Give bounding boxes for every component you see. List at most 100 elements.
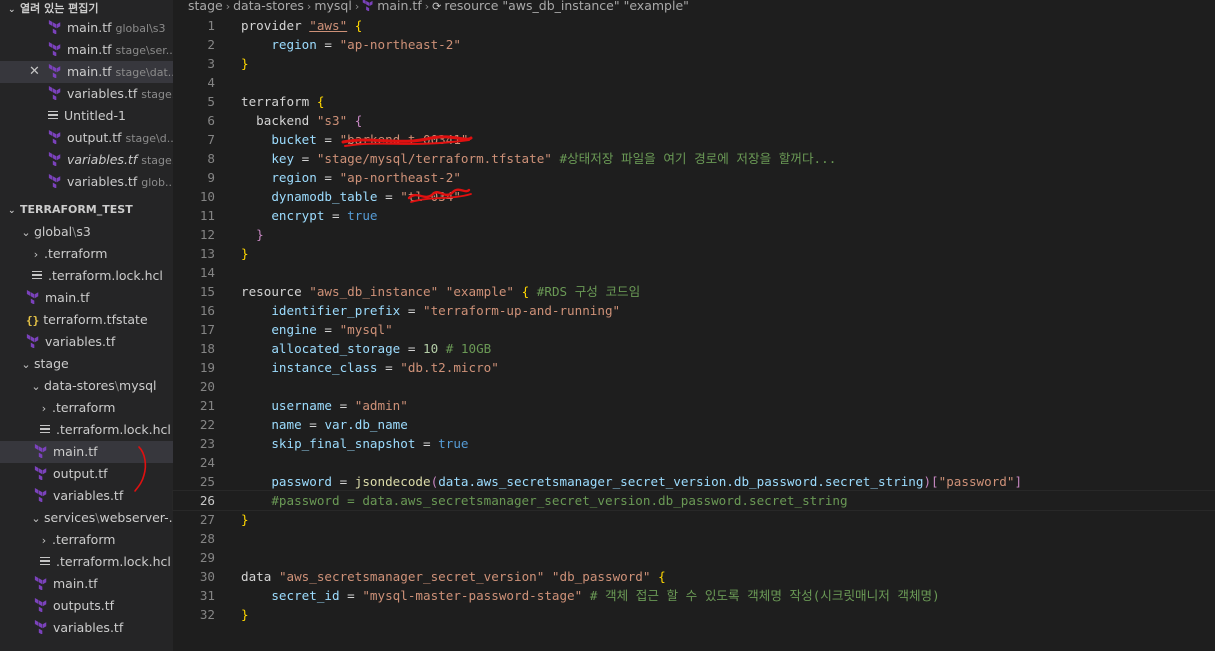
code-line[interactable]: secret_id = "mysql-master-password-stage… bbox=[241, 586, 939, 605]
chevron-right-icon: › bbox=[306, 0, 312, 13]
code-line[interactable]: } bbox=[241, 244, 249, 263]
terraform-icon bbox=[48, 41, 62, 57]
code-line[interactable]: allocated_storage = 10 # 10GB bbox=[241, 339, 491, 358]
code-line[interactable]: username = "admin" bbox=[241, 396, 408, 415]
open-editor-item[interactable]: output.tf stage\d... bbox=[0, 127, 173, 149]
code-editor[interactable]: stage › data-stores › mysql › main.tf › ⟳ resourc… bbox=[172, 0, 1215, 651]
tree-folder-stage[interactable]: ⌄ stage bbox=[0, 353, 173, 375]
tree-file-main[interactable]: main.tf bbox=[0, 573, 173, 595]
tree-folder-services[interactable]: ⌄ services\webserver-... bbox=[0, 507, 173, 529]
tree-file-variables[interactable]: variables.tf bbox=[0, 331, 173, 353]
close-icon[interactable]: ✕ bbox=[29, 61, 40, 83]
code-line[interactable]: data "aws_secretsmanager_secret_version"… bbox=[241, 567, 666, 586]
line-number: 11 bbox=[199, 208, 215, 223]
tree-folder-global[interactable]: ⌄ global\s3 bbox=[0, 221, 173, 243]
chevron-right-icon: › bbox=[354, 0, 360, 13]
line-number: 4 bbox=[207, 75, 215, 90]
terraform-icon bbox=[48, 19, 62, 35]
tree-file-main[interactable]: main.tf bbox=[0, 287, 173, 309]
open-editor-filename: variables.tf bbox=[67, 174, 138, 189]
open-editor-item[interactable]: main.tf stage\ser... bbox=[0, 39, 173, 61]
breadcrumb-item[interactable]: data-stores bbox=[233, 0, 304, 13]
code-line[interactable]: #password = data.aws_secretsmanager_secr… bbox=[241, 491, 847, 510]
tree-folder-terraform[interactable]: › .terraform bbox=[0, 397, 173, 419]
chevron-down-icon: ⌄ bbox=[31, 512, 41, 525]
code-line[interactable]: } bbox=[241, 225, 264, 244]
code-line[interactable]: terraform { bbox=[241, 92, 324, 111]
open-editor-item[interactable]: variables.tfstage... bbox=[0, 83, 173, 105]
open-editor-filename: Untitled-1 bbox=[64, 108, 126, 123]
open-editor-path: stage\d... bbox=[125, 132, 173, 145]
red-redaction-scribble bbox=[341, 135, 473, 203]
tree-file-tfstate[interactable]: {} terraform.tfstate bbox=[0, 309, 173, 331]
code-line[interactable]: resource "aws_db_instance" "example" { #… bbox=[241, 282, 640, 301]
line-number: 26 bbox=[199, 493, 215, 508]
code-line[interactable]: engine = "mysql" bbox=[241, 320, 392, 339]
line-number: 8 bbox=[207, 151, 215, 166]
open-editor-item[interactable]: variables.tf glob... bbox=[0, 171, 173, 193]
tree-file-lock[interactable]: .terraform.lock.hcl bbox=[0, 551, 173, 573]
code-lines[interactable]: 1 provider "aws" { 2 region = "ap-northea… bbox=[172, 16, 1215, 624]
chevron-down-icon: ⌄ bbox=[21, 358, 31, 371]
terraform-icon bbox=[48, 63, 62, 79]
tree-folder-data-stores[interactable]: ⌄ data-stores\mysql bbox=[0, 375, 173, 397]
line-number: 15 bbox=[199, 284, 215, 299]
code-line[interactable]: } bbox=[241, 510, 249, 529]
code-line[interactable]: } bbox=[241, 605, 249, 624]
code-line[interactable]: encrypt = true bbox=[241, 206, 377, 225]
line-number: 9 bbox=[207, 170, 215, 185]
breadcrumb-item[interactable]: main.tf bbox=[377, 0, 422, 13]
terraform-icon bbox=[34, 465, 48, 481]
chevron-right-icon: › bbox=[41, 402, 47, 415]
tree-folder-terraform[interactable]: › .terraform bbox=[0, 243, 173, 265]
code-line[interactable]: name = var.db_name bbox=[241, 415, 408, 434]
chevron-down-icon: ⌄ bbox=[8, 206, 16, 216]
code-line[interactable]: instance_class = "db.t2.micro" bbox=[241, 358, 498, 377]
workspace-header[interactable]: ⌄ TERRAFORM_TEST bbox=[0, 199, 173, 221]
terraform-icon bbox=[48, 173, 62, 189]
open-editor-path: stage... bbox=[141, 154, 173, 167]
code-line[interactable]: skip_final_snapshot = true bbox=[241, 434, 468, 453]
breadcrumb-item[interactable]: mysql bbox=[314, 0, 352, 13]
tree-file-outputs[interactable]: outputs.tf bbox=[0, 595, 173, 617]
open-editors-header[interactable]: ⌄ 열려 있는 편집기 bbox=[0, 0, 173, 17]
line-number: 14 bbox=[199, 265, 215, 280]
line-number: 24 bbox=[199, 455, 215, 470]
line-number: 23 bbox=[199, 436, 215, 451]
tree-file-variables[interactable]: variables.tf bbox=[0, 617, 173, 639]
code-line[interactable]: identifier_prefix = "terraform-up-and-ru… bbox=[241, 301, 620, 320]
line-number: 16 bbox=[199, 303, 215, 318]
terraform-icon bbox=[48, 129, 62, 145]
red-pen-annotation bbox=[134, 446, 147, 492]
code-line[interactable]: password = jsondecode(data.aws_secretsma… bbox=[241, 472, 1022, 491]
open-editor-filename: main.tf bbox=[67, 42, 112, 57]
open-editor-item[interactable]: variables.tfstage... bbox=[0, 149, 173, 171]
line-number: 30 bbox=[199, 569, 215, 584]
tree-file-lock[interactable]: .terraform.lock.hcl bbox=[0, 265, 173, 287]
tree-file-lock[interactable]: .terraform.lock.hcl bbox=[0, 419, 173, 441]
code-line[interactable]: provider "aws" { bbox=[241, 16, 362, 35]
line-number: 20 bbox=[199, 379, 215, 394]
line-number: 32 bbox=[199, 607, 215, 622]
line-number: 19 bbox=[199, 360, 215, 375]
tree-folder-terraform[interactable]: › .terraform bbox=[0, 529, 173, 551]
line-number: 22 bbox=[199, 417, 215, 432]
open-editor-item[interactable]: main.tf global\s3 bbox=[0, 17, 173, 39]
open-editor-path: stage\dat... bbox=[115, 66, 173, 79]
breadcrumb-item[interactable]: stage bbox=[188, 0, 223, 13]
open-editor-item[interactable]: Untitled-1 bbox=[0, 105, 173, 127]
breadcrumb-item[interactable]: resource "aws_db_instance" "example" bbox=[444, 0, 689, 13]
terraform-icon bbox=[34, 443, 48, 459]
line-number: 21 bbox=[199, 398, 215, 413]
open-editor-filename: variables.tf bbox=[67, 86, 138, 101]
chevron-down-icon: ⌄ bbox=[21, 226, 31, 239]
open-editors-list: main.tf global\s3 main.tf stage\ser... ✕ main… bbox=[0, 17, 173, 193]
line-number: 25 bbox=[199, 474, 215, 489]
code-line[interactable]: region = "ap-northeast-2" bbox=[241, 35, 461, 54]
terraform-icon bbox=[26, 333, 40, 349]
code-line[interactable]: } bbox=[241, 54, 249, 73]
explorer-sidebar: ⌄ 열려 있는 편집기 main.tf global\s3 main.tf stage\… bbox=[0, 0, 173, 651]
open-editor-item[interactable]: ✕ main.tf stage\dat... bbox=[0, 61, 173, 83]
code-line[interactable]: key = "stage/mysql/terraform.tfstate" #상… bbox=[241, 149, 836, 168]
terraform-icon bbox=[48, 85, 62, 101]
